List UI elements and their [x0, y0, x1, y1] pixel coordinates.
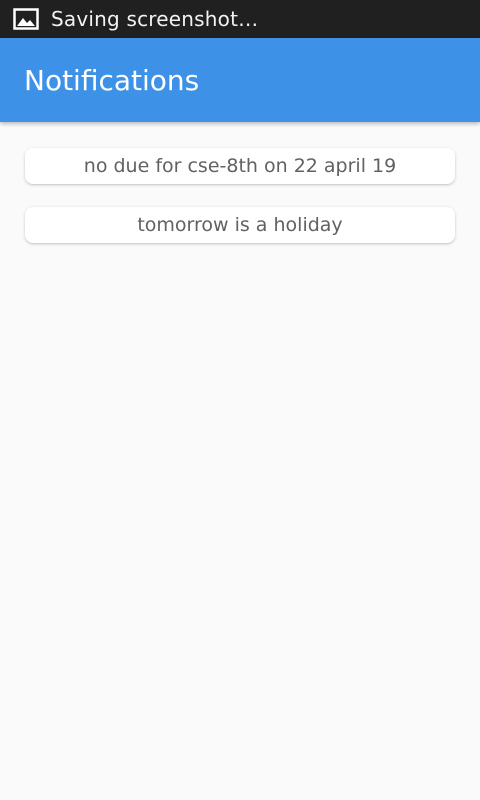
notification-text: no due for cse-8th on 22 april 19: [83, 155, 397, 177]
page-title: Notifications: [24, 63, 200, 97]
status-text: Saving screenshot…: [51, 7, 259, 31]
notification-card[interactable]: no due for cse-8th on 22 april 19: [25, 148, 455, 184]
notification-text: tomorrow is a holiday: [137, 214, 343, 236]
notification-list: no due for cse-8th on 22 april 19 tomorr…: [0, 122, 480, 800]
app-bar: Notifications: [0, 38, 480, 122]
status-bar: Saving screenshot…: [0, 0, 480, 38]
image-icon: [13, 8, 39, 30]
notification-card[interactable]: tomorrow is a holiday: [25, 207, 455, 243]
